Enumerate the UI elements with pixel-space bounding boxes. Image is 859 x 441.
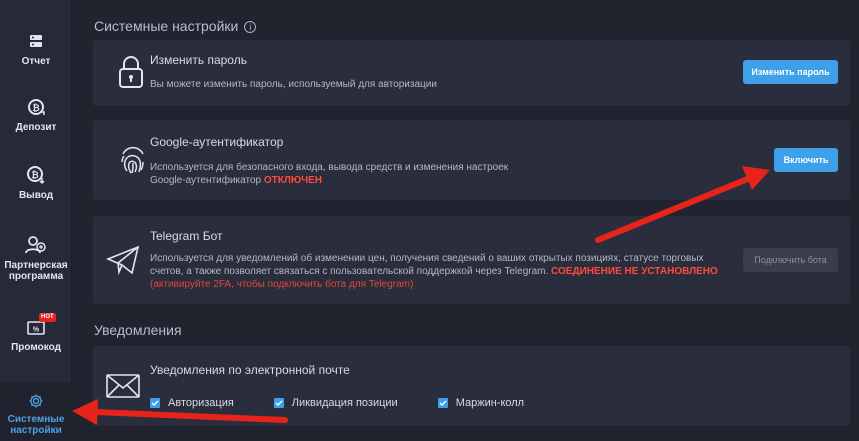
lock-icon [111,52,151,92]
telegram-desc: Используется для уведомлений об изменени… [150,253,718,290]
checkbox-auth[interactable]: Авторизация [150,397,234,409]
checkbox-margin-call[interactable]: Маржин-колл [437,397,524,409]
connect-bot-button[interactable]: Подключить бота [743,248,838,272]
email-options: Авторизация Ликвидация позиции Маржин-ко… [150,397,564,409]
password-title: Изменить пароль [150,53,247,67]
sidebar-item-label: Вывод [18,190,54,201]
coin-withdraw-icon: ₿ [25,164,47,186]
sidebar-item-withdraw[interactable]: ₿ Вывод [0,164,72,201]
section-title-system-settings: Системные настройки i [94,18,257,34]
google-auth-card: Google-аутентификатор Используется для б… [93,120,850,200]
main-content: Системные настройки i Изменить пароль Вы … [78,0,859,441]
sidebar-item-label: Депозит [15,122,57,133]
email-notifications-title: Уведомления по электронной почте [150,363,350,377]
telegram-title: Telegram Бот [150,229,223,243]
server-icon [25,30,47,52]
telegram-icon [103,240,143,280]
telegram-hint: (активируйте 2FA, чтобы подключить бота … [150,279,414,290]
partners-icon [25,234,47,256]
google-auth-status: ОТКЛЮЧЕН [263,175,322,186]
sidebar: Отчет ₿ Депозит ₿ Вывод Партнерская прог… [0,0,72,441]
enable-2fa-button[interactable]: Включить [774,148,838,172]
sidebar-item-partners[interactable]: Партнерская программа [0,234,72,282]
checkbox-checked-icon[interactable] [273,398,284,408]
svg-text:₿: ₿ [32,103,39,113]
password-desc: Вы можете изменить пароль, используемый … [150,79,437,90]
coin-deposit-icon: ₿ [25,96,47,118]
sidebar-item-deposit[interactable]: ₿ Депозит [0,96,72,133]
password-card: Изменить пароль Вы можете изменить парол… [93,40,850,106]
telegram-card: Telegram Бот Используется для уведомлени… [93,216,850,304]
svg-text:₿: ₿ [31,170,38,180]
google-auth-title: Google-аутентификатор [150,135,284,149]
checkbox-checked-icon[interactable] [437,398,448,408]
svg-text:%: % [33,327,40,334]
sidebar-item-label: Системные настройки [7,414,65,436]
change-password-button[interactable]: Изменить пароль [743,60,838,84]
sidebar-item-report[interactable]: Отчет [0,30,72,67]
google-auth-desc: Используется для безопасного входа, выво… [150,162,509,186]
email-notifications-card: Уведомления по электронной почте Авториз… [93,346,850,426]
checkbox-liquidation[interactable]: Ликвидация позиции [273,397,398,409]
hot-badge: HOT [39,313,56,322]
sidebar-item-system-settings[interactable]: Системные настройки [0,382,72,441]
fingerprint-icon [113,140,153,180]
sidebar-item-label: Отчет [21,56,51,67]
sidebar-item-label: Партнерская программа [4,260,68,282]
envelope-icon [103,366,143,406]
promo-icon: % HOT [25,313,56,338]
sidebar-item-promo[interactable]: % HOT Промокод [0,313,72,353]
telegram-status: СОЕДИНЕНИЕ НЕ УСТАНОВЛЕНО [551,266,718,277]
checkbox-checked-icon[interactable] [150,398,160,408]
info-icon[interactable]: i [244,21,257,33]
gear-icon [25,390,47,412]
sidebar-item-label: Промокод [11,342,61,353]
section-title-notifications: Уведомления [94,322,182,338]
